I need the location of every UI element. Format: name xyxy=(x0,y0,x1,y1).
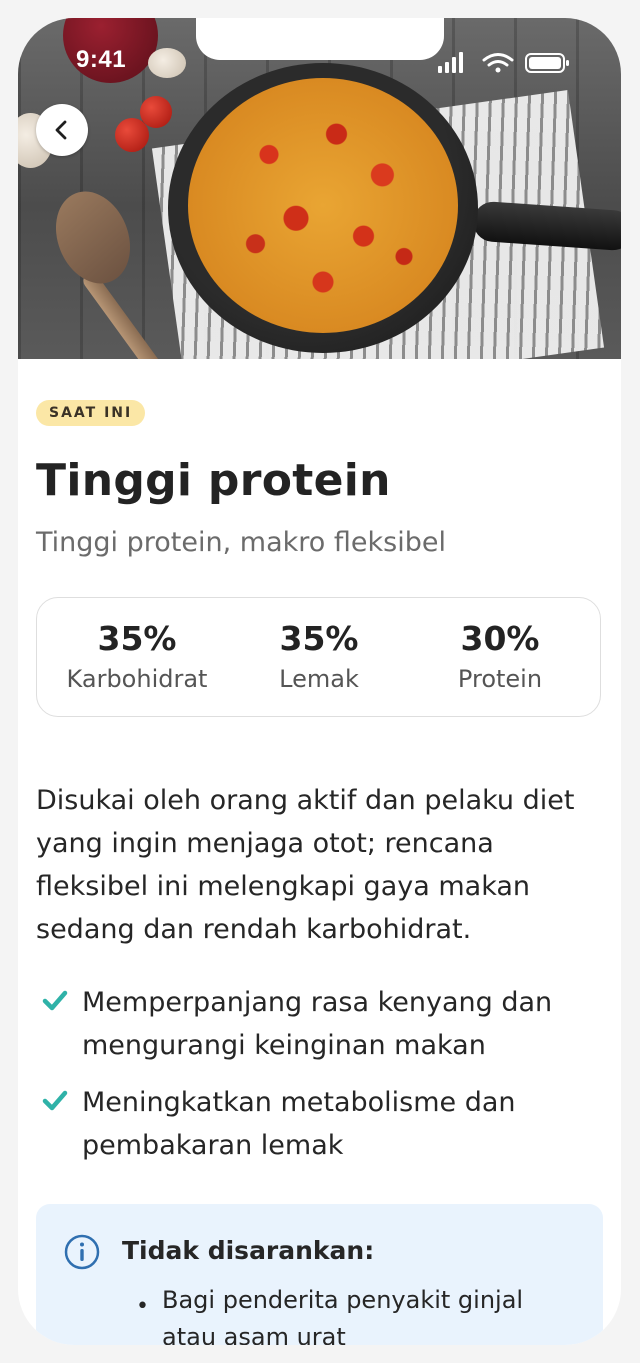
macro-fat: 35% Lemak xyxy=(224,618,414,696)
macro-value: 30% xyxy=(460,619,540,658)
back-button[interactable] xyxy=(36,104,88,156)
wifi-icon xyxy=(482,53,514,73)
screen: 9:41 SAAT INI Tinggi protein Tinggi prot… xyxy=(18,18,621,1345)
benefit-text: Meningkatkan metabolisme dan pembakaran … xyxy=(82,1087,516,1161)
checkmark-icon xyxy=(42,990,68,1011)
spoon-decor xyxy=(42,180,144,295)
battery-icon xyxy=(525,53,569,73)
omelette-decor xyxy=(188,78,458,333)
plan-description: Disukai oleh orang aktif dan pelaku diet… xyxy=(36,785,575,945)
garlic-decor xyxy=(148,48,186,78)
checkmark-icon xyxy=(42,1090,68,1111)
bullet-dot: • xyxy=(136,1294,149,1319)
macro-value: 35% xyxy=(279,619,359,658)
not-recommended-card: Tidak disarankan: • Bagi penderita penya… xyxy=(36,1204,603,1345)
benefit-text: Memperpanjang rasa kenyang dan mengurang… xyxy=(82,987,553,1061)
macro-value: 35% xyxy=(97,619,177,658)
macro-carbs: 35% Karbohidrat xyxy=(42,618,232,696)
page-subtitle: Tinggi protein, makro fleksibel xyxy=(36,527,446,558)
macro-protein: 30% Protein xyxy=(405,618,595,696)
info-icon xyxy=(64,1234,100,1270)
spoon-decor xyxy=(80,269,164,359)
macro-label: Lemak xyxy=(279,665,359,693)
device-notch xyxy=(196,18,444,60)
page-title: Tinggi protein xyxy=(36,455,391,506)
device-frame: 9:41 SAAT INI Tinggi protein Tinggi prot… xyxy=(0,0,640,1363)
signal-icon xyxy=(438,52,463,73)
status-badge: SAAT INI xyxy=(36,400,146,426)
tomato-decor xyxy=(115,118,149,152)
status-icons xyxy=(438,52,569,73)
macro-label: Protein xyxy=(457,665,543,693)
chevron-left-icon xyxy=(55,120,67,140)
macro-label: Karbohidrat xyxy=(66,665,208,693)
status-time: 9:41 xyxy=(76,46,127,73)
macro-summary-card: 35% Karbohidrat 35% Lemak 30% Protein xyxy=(36,597,601,717)
not-recommended-title: Tidak disarankan: xyxy=(122,1236,375,1265)
not-recommended-item: Bagi penderita penyakit ginjal atau asam… xyxy=(162,1286,524,1345)
